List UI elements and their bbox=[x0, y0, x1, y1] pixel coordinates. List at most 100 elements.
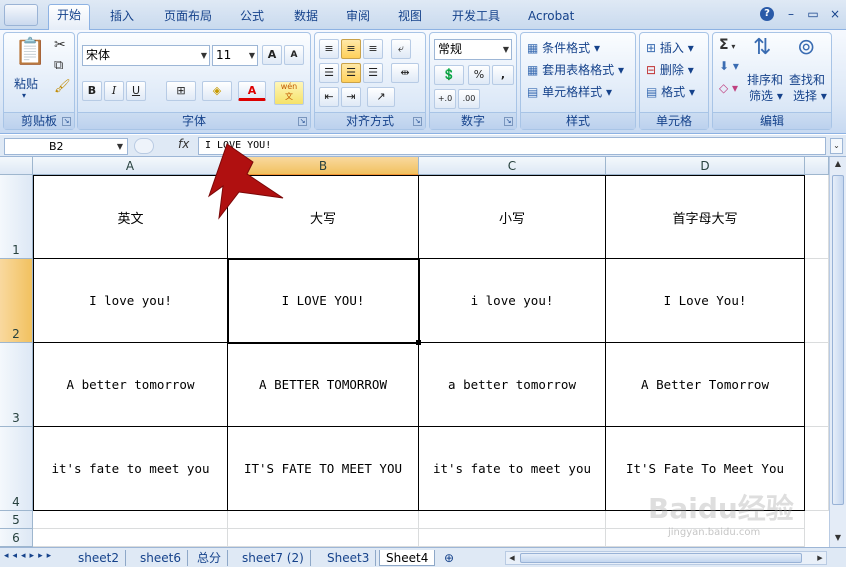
paste-icon[interactable]: 📋 bbox=[14, 37, 46, 67]
fill-down-icon[interactable]: ⬇ ▾ bbox=[719, 59, 739, 73]
sheet-tab-zongfen[interactable]: 总分 bbox=[191, 550, 229, 566]
borders-icon[interactable]: ⊞ bbox=[166, 81, 196, 101]
orientation-icon[interactable]: ↗ bbox=[367, 87, 395, 107]
sheet-tab-sheet3[interactable]: Sheet3 bbox=[321, 550, 377, 566]
cell-c4[interactable]: it's fate to meet you bbox=[419, 427, 606, 511]
scroll-up-icon[interactable]: ▲ bbox=[831, 157, 845, 171]
cell-styles-button[interactable]: ▤ 单元格样式 ▾ bbox=[527, 83, 612, 100]
row-header-4[interactable]: 4 bbox=[0, 427, 33, 511]
column-header-d[interactable]: D bbox=[606, 157, 805, 175]
sheet-tab-sheet6[interactable]: sheet6 bbox=[134, 550, 188, 566]
tab-insert[interactable]: 插入 bbox=[102, 6, 142, 30]
cell-a4[interactable]: it's fate to meet you bbox=[33, 427, 228, 511]
expand-formula-icon[interactable]: ⌄ bbox=[830, 138, 843, 154]
clear-icon[interactable]: ◇ ▾ bbox=[719, 81, 738, 95]
cell-c1[interactable]: 小写 bbox=[419, 175, 606, 259]
font-name-combo[interactable]: 宋体 ▼ bbox=[82, 45, 210, 66]
currency-icon[interactable]: 💲 bbox=[434, 65, 464, 85]
wrap-text-icon[interactable]: ⤶ bbox=[391, 39, 411, 59]
align-center-icon[interactable]: ☰ bbox=[341, 63, 361, 83]
cut-icon[interactable]: ✂ bbox=[54, 37, 66, 53]
phonetic-button[interactable]: wén 文 bbox=[274, 81, 304, 105]
scroll-right-icon[interactable]: ▶ bbox=[814, 552, 826, 564]
italic-button[interactable]: I bbox=[104, 81, 124, 101]
horizontal-scroll-thumb[interactable] bbox=[520, 553, 802, 563]
clipboard-launcher-icon[interactable]: ↘ bbox=[62, 117, 71, 126]
fill-color-icon[interactable]: ◈ bbox=[202, 81, 232, 101]
cell-e2[interactable] bbox=[805, 259, 829, 343]
cell-c5[interactable] bbox=[419, 511, 606, 529]
cell-b6[interactable] bbox=[228, 529, 419, 547]
percent-button[interactable]: % bbox=[468, 65, 490, 85]
align-bottom-icon[interactable]: ≡ bbox=[363, 39, 383, 59]
sort-filter-icon[interactable]: ⇅ bbox=[753, 35, 771, 60]
insert-function-button[interactable]: fx bbox=[178, 137, 189, 151]
grow-font-button[interactable]: A bbox=[262, 45, 282, 65]
name-box[interactable]: B2 ▼ bbox=[4, 138, 128, 155]
align-left-icon[interactable]: ☰ bbox=[319, 63, 339, 83]
column-header-a[interactable]: A bbox=[33, 157, 228, 175]
align-middle-icon[interactable]: ≡ bbox=[341, 39, 361, 59]
cell-e1[interactable] bbox=[805, 175, 829, 259]
sheet-tab-sheet4[interactable]: Sheet4 bbox=[379, 550, 436, 566]
merge-center-icon[interactable]: ⇹ bbox=[391, 63, 419, 83]
delete-cells-button[interactable]: ⊟ 删除 ▾ bbox=[646, 61, 694, 78]
align-right-icon[interactable]: ☰ bbox=[363, 63, 383, 83]
tab-data[interactable]: 数据 bbox=[286, 6, 326, 30]
cell-d1[interactable]: 首字母大写 bbox=[606, 175, 805, 259]
font-color-button[interactable]: A bbox=[238, 81, 266, 101]
cell-a2[interactable]: I love you! bbox=[33, 259, 228, 343]
formula-divider-handle[interactable] bbox=[134, 138, 154, 154]
number-launcher-icon[interactable]: ↘ bbox=[504, 117, 513, 126]
horizontal-scrollbar[interactable]: ◀ ▶ bbox=[505, 551, 827, 565]
format-painter-icon[interactable]: 🖌 bbox=[54, 79, 71, 94]
fill-handle[interactable] bbox=[416, 340, 421, 345]
cell-b4[interactable]: IT'S FATE TO MEET YOU bbox=[228, 427, 419, 511]
cell-c2[interactable]: i love you! bbox=[419, 259, 606, 343]
cell-a1[interactable]: 英文 bbox=[33, 175, 228, 259]
column-header-c[interactable]: C bbox=[419, 157, 606, 175]
cell-d2[interactable]: I Love You! bbox=[606, 259, 805, 343]
column-header-e[interactable] bbox=[805, 157, 829, 175]
alignment-launcher-icon[interactable]: ↘ bbox=[413, 117, 422, 126]
format-as-table-button[interactable]: ▦ 套用表格格式 ▾ bbox=[527, 61, 624, 78]
decrease-decimal-button[interactable]: .00 bbox=[458, 89, 480, 109]
align-top-icon[interactable]: ≡ bbox=[319, 39, 339, 59]
sort-filter-button-line2[interactable]: 筛选 ▾ bbox=[749, 87, 783, 104]
cell-c3[interactable]: a better tomorrow bbox=[419, 343, 606, 427]
vertical-scroll-thumb[interactable] bbox=[832, 175, 844, 505]
find-select-button[interactable]: 查找和 bbox=[789, 71, 825, 88]
select-all-corner[interactable] bbox=[0, 157, 33, 175]
tab-home[interactable]: 开始 bbox=[48, 4, 91, 31]
row-header-3[interactable]: 3 bbox=[0, 343, 33, 427]
comma-button[interactable]: , bbox=[492, 65, 514, 85]
increase-decimal-button[interactable]: +.0 bbox=[434, 89, 456, 109]
cell-a6[interactable] bbox=[33, 529, 228, 547]
cell-e4[interactable] bbox=[805, 427, 829, 511]
scroll-down-icon[interactable]: ▼ bbox=[831, 531, 845, 545]
row-header-5[interactable]: 5 bbox=[0, 511, 33, 529]
help-icon[interactable]: ? bbox=[760, 7, 774, 21]
tab-formulas[interactable]: 公式 bbox=[232, 6, 272, 30]
bold-button[interactable]: B bbox=[82, 81, 102, 101]
tab-acrobat[interactable]: Acrobat bbox=[520, 6, 582, 30]
font-launcher-icon[interactable]: ↘ bbox=[298, 117, 307, 126]
minimize-icon[interactable]: – bbox=[784, 7, 798, 21]
sheet-nav-icons[interactable]: ◂◂◂▸▸▸ bbox=[4, 551, 55, 561]
cell-a5[interactable] bbox=[33, 511, 228, 529]
shrink-font-button[interactable]: A bbox=[284, 45, 304, 65]
sheet-tab-sheet2[interactable]: sheet2 bbox=[72, 550, 126, 566]
cell-b5[interactable] bbox=[228, 511, 419, 529]
decrease-indent-icon[interactable]: ⇤ bbox=[319, 87, 339, 107]
autosum-button[interactable]: Σ ▾ bbox=[719, 37, 735, 53]
insert-cells-button[interactable]: ⊞ 插入 ▾ bbox=[646, 39, 694, 56]
tab-page-layout[interactable]: 页面布局 bbox=[156, 6, 220, 30]
tab-developer[interactable]: 开发工具 bbox=[444, 6, 508, 30]
cell-c6[interactable] bbox=[419, 529, 606, 547]
tab-review[interactable]: 审阅 bbox=[338, 6, 378, 30]
tab-view[interactable]: 视图 bbox=[390, 6, 430, 30]
sheet-tab-sheet7-2[interactable]: sheet7 (2) bbox=[236, 550, 311, 566]
number-format-combo[interactable]: 常规 ▼ bbox=[434, 39, 512, 60]
cell-b2[interactable]: I LOVE YOU! bbox=[227, 258, 420, 344]
conditional-format-button[interactable]: ▦ 条件格式 ▾ bbox=[527, 39, 600, 56]
